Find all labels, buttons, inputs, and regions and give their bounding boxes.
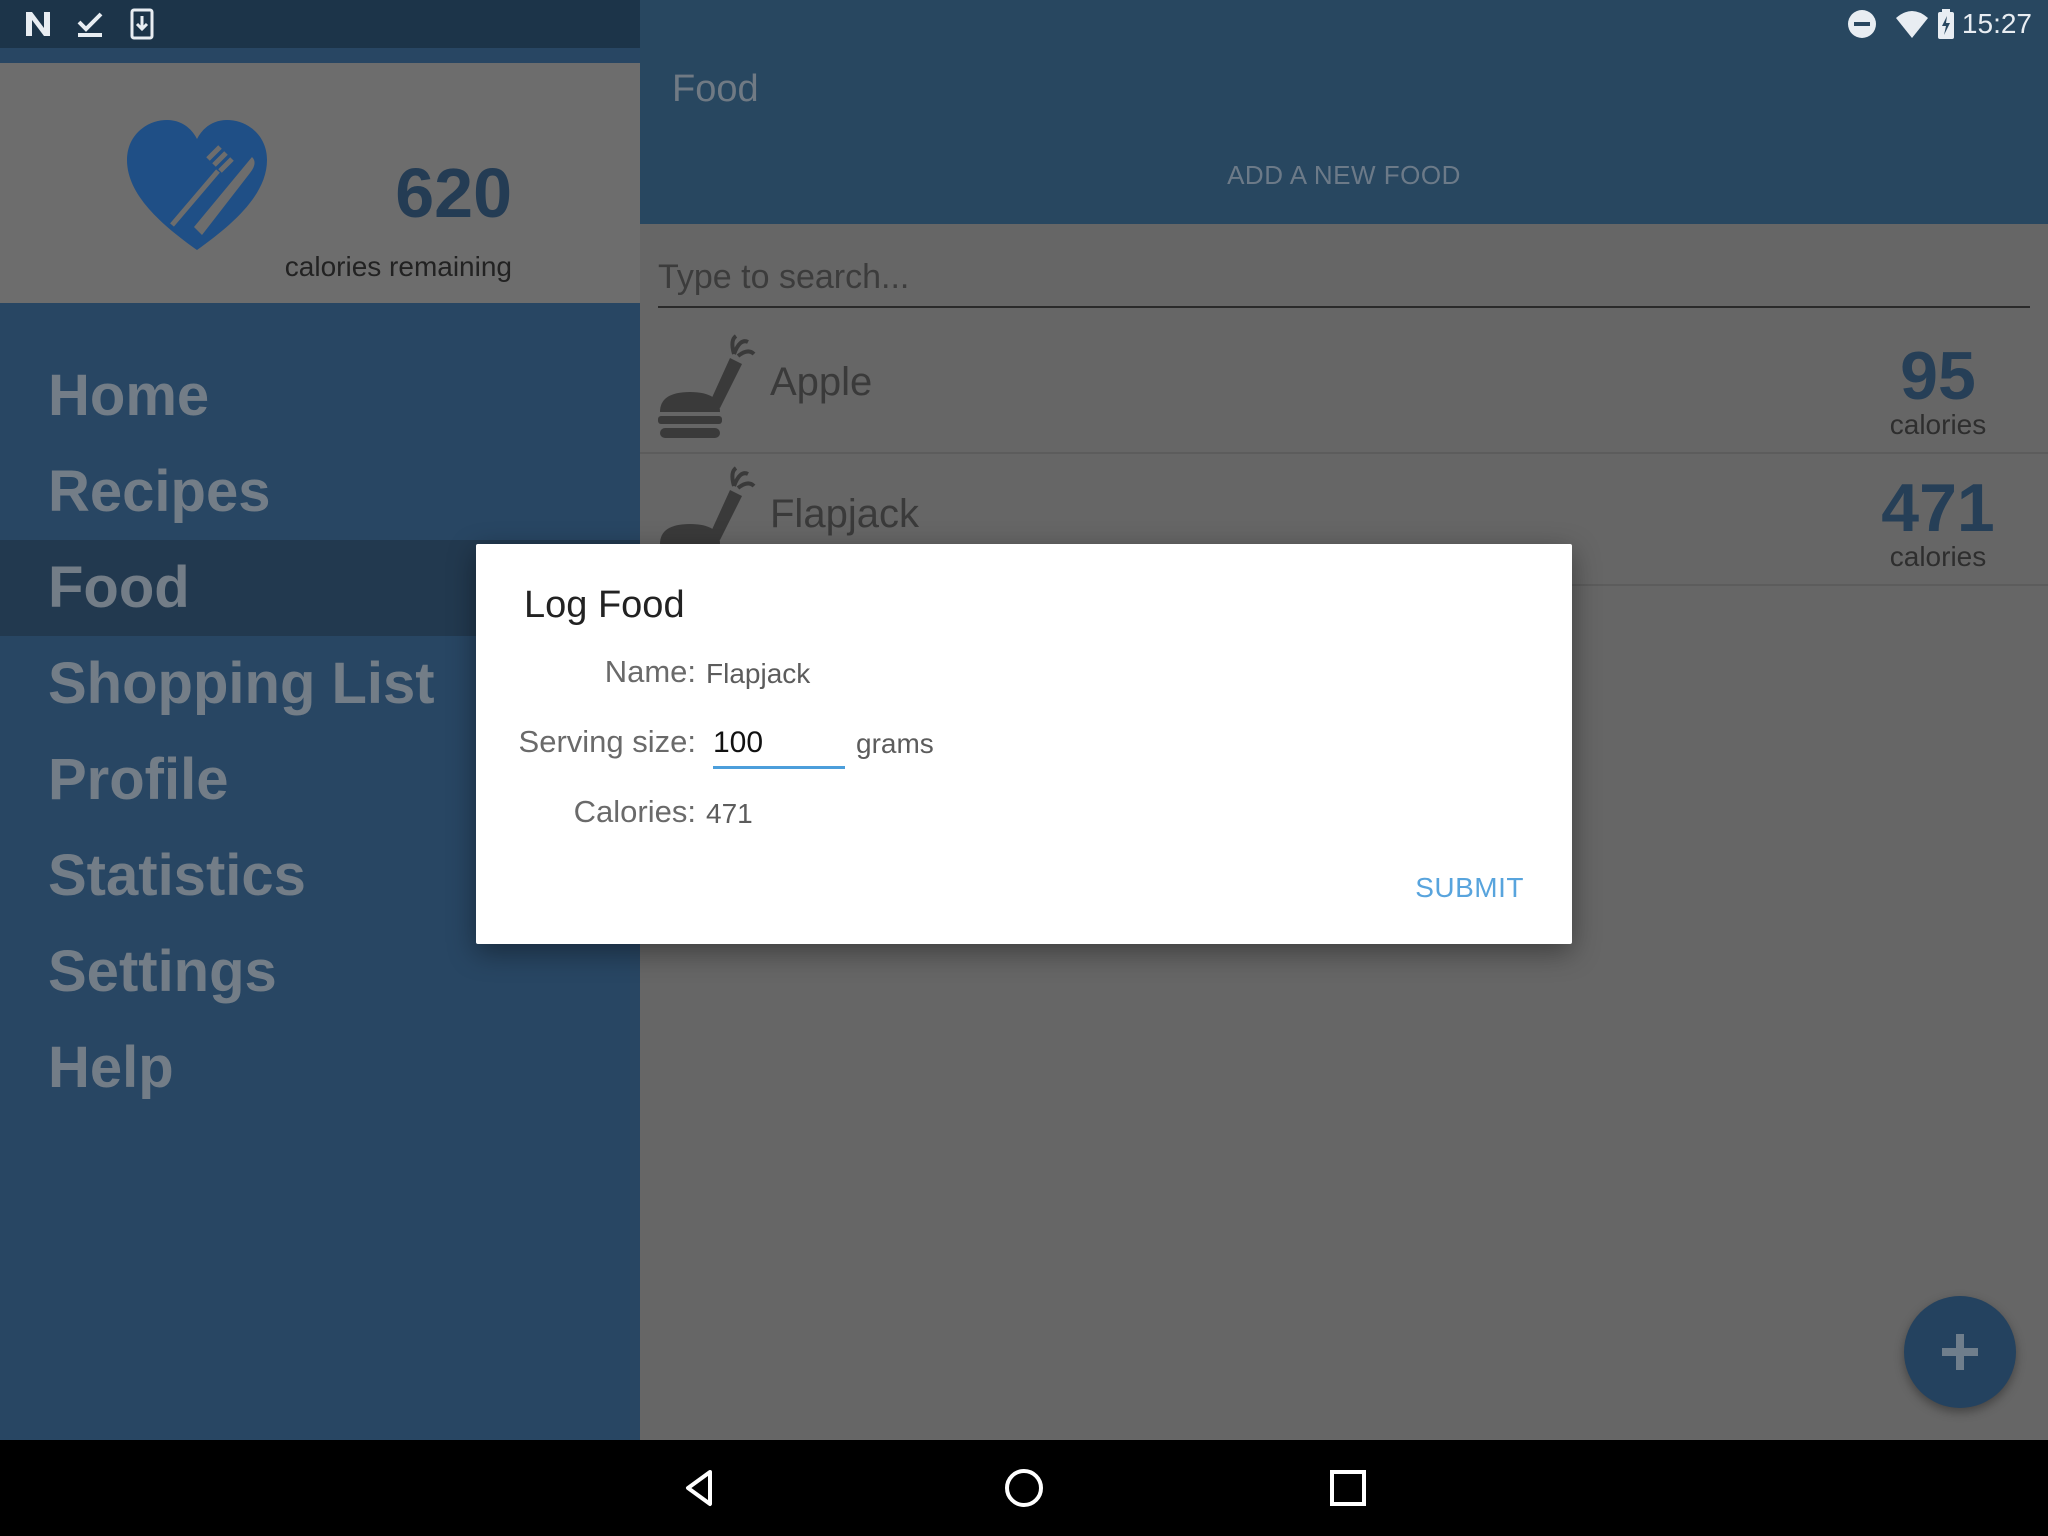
drawer-item-recipes[interactable]: Recipes	[0, 444, 640, 540]
back-icon[interactable]	[676, 1464, 724, 1512]
status-time: 15:27	[1961, 8, 2032, 39]
battery-charging-icon	[1938, 9, 1954, 39]
food-calories-unit: calories	[1889, 541, 1987, 572]
system-nav-bar	[0, 1440, 2048, 1536]
name-value: Flapjack	[706, 658, 811, 689]
food-calories: 95 calories	[1868, 342, 2008, 440]
food-calories-value: 95	[1900, 338, 1976, 414]
add-fab-button[interactable]	[1904, 1296, 2016, 1408]
check-download-icon	[77, 12, 103, 37]
calories-value: 471	[706, 798, 753, 829]
name-label: Name:	[604, 654, 696, 689]
plus-icon	[1942, 1334, 1978, 1370]
status-bar: 15:27	[0, 0, 2048, 48]
food-icon	[658, 334, 756, 438]
calories-remaining-label: calories remaining	[284, 251, 512, 282]
food-calories-unit: calories	[1889, 409, 1987, 440]
do-not-disturb-icon	[1848, 10, 1876, 38]
home-icon[interactable]	[1000, 1464, 1048, 1512]
food-calories-value: 471	[1881, 470, 1995, 546]
food-name: Apple	[770, 360, 873, 404]
dialog-title: Log Food	[524, 584, 685, 626]
search-input[interactable]	[658, 250, 2030, 304]
app-bar: Food ADD A NEW FOOD	[640, 48, 2048, 224]
log-food-dialog: Log Food Name: Flapjack Serving size: gr…	[476, 544, 1572, 944]
food-name: Flapjack	[770, 492, 919, 536]
search-field	[658, 250, 2030, 308]
wifi-icon	[1896, 11, 1928, 38]
submit-button[interactable]: SUBMIT	[1415, 872, 1524, 904]
recents-icon[interactable]	[1324, 1464, 1372, 1512]
food-calories: 471 calories	[1868, 474, 2008, 572]
serving-size-label: Serving size:	[518, 724, 696, 759]
calories-label: Calories:	[573, 794, 696, 829]
download-icon	[130, 8, 154, 40]
heart-cutlery-icon	[127, 120, 267, 250]
drawer-header: 620 calories remaining	[0, 63, 640, 303]
calories-remaining-value: 620	[395, 154, 512, 232]
serving-unit: grams	[856, 728, 934, 759]
status-bar-left	[0, 0, 640, 48]
page-title: Food	[672, 68, 759, 110]
drawer-item-help[interactable]: Help	[0, 1020, 640, 1116]
status-bar-right: 15:27	[640, 0, 2048, 48]
drawer-item-home[interactable]: Home	[0, 348, 640, 444]
add-new-food-tab[interactable]: ADD A NEW FOOD	[640, 160, 2048, 191]
serving-size-input[interactable]	[713, 720, 845, 769]
food-list-item[interactable]: Apple 95 calories	[640, 322, 2048, 454]
n-logo-icon	[26, 12, 50, 36]
